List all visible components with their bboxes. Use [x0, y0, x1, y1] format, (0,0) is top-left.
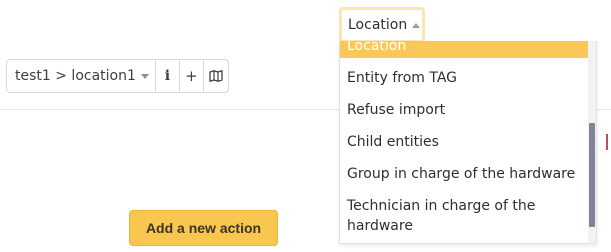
location-select[interactable]: Location	[339, 7, 425, 43]
breadcrumb-path: test1 > location1	[15, 68, 136, 84]
dropdown-option-child-entities[interactable]: Child entities	[340, 132, 588, 152]
breadcrumb-dropdown[interactable]: test1 > location1	[7, 60, 156, 92]
plus-icon: +	[185, 67, 198, 85]
dropdown-option-technician-in-charge[interactable]: Technician in charge of the	[340, 196, 588, 216]
info-button[interactable]: i	[156, 60, 180, 92]
dropdown-option-group-in-charge[interactable]: Group in charge of the hardware	[340, 164, 588, 184]
dropdown-option-location[interactable]: Location	[340, 41, 588, 58]
location-select-label: Location	[348, 17, 408, 33]
add-action-button[interactable]: Add a new action	[129, 210, 278, 246]
dropdown-option-entity-from-tag[interactable]: Entity from TAG	[340, 68, 588, 88]
add-button[interactable]: +	[180, 60, 204, 92]
dropdown-option-refuse-import[interactable]: Refuse import	[340, 100, 588, 120]
chevron-down-icon	[140, 73, 149, 79]
dropdown-scrollbar-thumb[interactable]	[589, 123, 595, 227]
map-button[interactable]	[204, 60, 228, 92]
info-icon: i	[164, 68, 171, 84]
location-dropdown-list[interactable]: Location Entity from TAG Refuse import C…	[339, 41, 597, 244]
error-field-edge	[606, 134, 608, 150]
caret-up-icon	[412, 22, 421, 28]
page: Location test1 > location1 i + Add a new…	[0, 0, 611, 252]
breadcrumb-toolbar: test1 > location1 i +	[6, 59, 229, 93]
dropdown-option-technician-in-charge-cont: hardware	[347, 218, 413, 234]
map-icon	[209, 70, 223, 82]
